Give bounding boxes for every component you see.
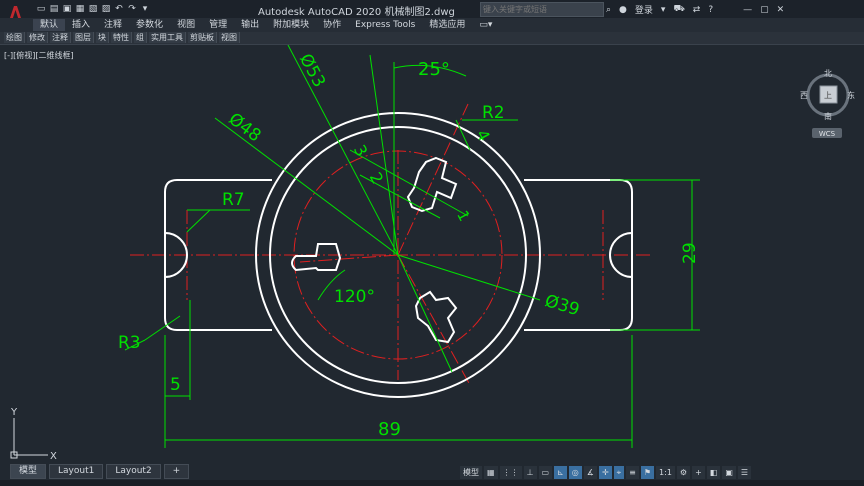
dim-angle-120: 120° xyxy=(334,287,375,307)
ucs-x-label: X xyxy=(50,451,57,462)
annotation-scale-label[interactable]: 1:1 xyxy=(656,465,675,479)
annotation-visibility-icon[interactable]: ⚑ xyxy=(640,465,655,479)
minimize-icon[interactable]: — xyxy=(743,5,752,15)
tab-collaborate[interactable]: 协作 xyxy=(316,19,348,31)
snap-icon[interactable]: ⋮⋮ xyxy=(499,465,522,479)
save-as-icon[interactable]: ▦ xyxy=(75,4,85,14)
centerlines xyxy=(130,103,650,386)
close-icon[interactable]: ✕ xyxy=(777,5,785,15)
dim-radius-7: R7 xyxy=(222,190,245,210)
panel-view[interactable]: 视图 xyxy=(219,32,240,43)
object-snap-tracking-icon[interactable]: ✛ xyxy=(598,465,612,479)
status-bar: 模型 ▦ ⋮⋮ ⊥ ▭ ⊾ ◎ ∡ ✛ ⌖ ≡ ⚑ 1:1 ⚙ + ◧ ▣ ☰ xyxy=(460,464,864,480)
ucs-icon xyxy=(10,418,48,459)
save-icon[interactable]: ▣ xyxy=(62,4,72,14)
panel-draw[interactable]: 绘图 xyxy=(4,32,25,43)
tab-model[interactable]: 模型 xyxy=(10,464,47,479)
dim-diameter-39: Ø39 xyxy=(542,291,581,320)
dynamic-input-icon[interactable]: ▭ xyxy=(538,465,553,479)
tab-express-tools[interactable]: Express Tools xyxy=(348,19,422,31)
customize-icon[interactable]: ☰ xyxy=(737,465,752,479)
tab-default[interactable]: 默认 xyxy=(33,19,66,31)
panel-modify[interactable]: 修改 xyxy=(27,32,48,43)
panel-clipboard[interactable]: 剪贴板 xyxy=(188,32,217,43)
new-file-icon[interactable]: ▭ xyxy=(36,4,46,14)
svg-text:WCS: WCS xyxy=(819,130,836,138)
tab-output[interactable]: 输出 xyxy=(234,19,266,31)
chevron-down-icon[interactable]: ▾ xyxy=(140,4,150,14)
dim-diameter-53: Ø53 xyxy=(295,51,329,91)
title-right-tools: ⌕ ● 登录 ▾ ⛟ ⇄ ? — ▢ ✕ xyxy=(606,3,784,16)
tab-addins[interactable]: 附加模块 xyxy=(266,19,316,31)
object-snap-icon[interactable]: ⌖ xyxy=(613,465,625,479)
dimension-lines xyxy=(124,45,700,448)
chevron-down-icon[interactable]: ▾ xyxy=(661,5,666,15)
svg-text:北[interactable]: 北 xyxy=(824,69,832,78)
gear-icon[interactable]: ⚙ xyxy=(676,465,691,479)
model-space-button[interactable]: 模型 xyxy=(460,465,482,479)
isolate-objects-icon[interactable]: ◧ xyxy=(706,465,721,479)
panel-properties[interactable]: 特性 xyxy=(111,32,132,43)
redo-icon[interactable]: ↷ xyxy=(127,4,137,14)
tab-insert[interactable]: 插入 xyxy=(65,19,97,31)
dim-radius-2: R2 xyxy=(482,103,505,123)
isodraft-icon[interactable]: ∡ xyxy=(583,465,597,479)
maximize-icon[interactable]: ▢ xyxy=(760,5,769,15)
layout-tabs: 模型 Layout1 Layout2 + xyxy=(0,464,470,479)
svg-text:上: 上 xyxy=(824,91,832,100)
dim-width-5: 5 xyxy=(170,375,181,395)
title-bar: ▭ ▤ ▣ ▦ ▧ ▨ ↶ ↷ ▾ Autodesk AutoCAD 2020 … xyxy=(0,0,864,18)
print-icon[interactable]: ▨ xyxy=(101,4,111,14)
svg-text:南[interactable]: 南 xyxy=(824,111,832,121)
plus-icon[interactable]: + xyxy=(692,465,705,479)
undo-icon[interactable]: ↶ xyxy=(114,4,124,14)
cart-icon[interactable]: ⛟ xyxy=(673,4,684,15)
open-file-icon[interactable]: ▤ xyxy=(49,4,59,14)
clean-screen-icon[interactable]: ▣ xyxy=(722,465,736,479)
tab-featured-apps[interactable]: 精选应用 xyxy=(422,19,472,31)
dim-radius-3: R3 xyxy=(118,333,141,353)
tab-parametric[interactable]: 参数化 xyxy=(129,19,170,31)
panel-utilities[interactable]: 实用工具 xyxy=(149,32,186,43)
help-icon[interactable]: ? xyxy=(708,5,713,15)
dim-width-89: 89 xyxy=(378,419,401,440)
panel-layers[interactable]: 图层 xyxy=(73,32,94,43)
svg-text:东[interactable]: 东 xyxy=(847,90,855,100)
tab-view[interactable]: 视图 xyxy=(170,19,202,31)
login-link[interactable]: 登录 xyxy=(635,3,653,16)
quick-access-toolbar: ▭ ▤ ▣ ▦ ▧ ▨ ↶ ↷ ▾ xyxy=(36,3,150,15)
infer-constraints-icon[interactable]: ⊥ xyxy=(523,465,537,479)
ribbon-tab-bar: 默认 插入 注释 参数化 视图 管理 输出 附加模块 协作 Express To… xyxy=(0,18,864,32)
plot-icon[interactable]: ▧ xyxy=(88,4,98,14)
drawing-canvas[interactable]: Ø53 Ø48 Ø39 25° R2 4 3 2 1 R7 R3 120° 29… xyxy=(0,45,864,463)
ucs-y-label: Y xyxy=(10,407,18,418)
tab-annotate[interactable]: 注释 xyxy=(97,19,129,31)
search-box[interactable] xyxy=(480,2,604,17)
search-icon[interactable]: ⌕ xyxy=(606,5,611,15)
ribbon-toggle-icon[interactable]: ▭▾ xyxy=(472,19,499,31)
panel-annotation[interactable]: 注释 xyxy=(50,32,71,43)
polar-tracking-icon[interactable]: ◎ xyxy=(568,465,582,479)
tab-manage[interactable]: 管理 xyxy=(202,19,234,31)
window-border xyxy=(0,480,864,486)
search-input[interactable] xyxy=(481,3,603,15)
exchange-icon[interactable]: ⇄ xyxy=(693,5,701,15)
panel-groups[interactable]: 组 xyxy=(134,32,147,43)
svg-text:西[interactable]: 西 xyxy=(800,91,808,100)
viewcube[interactable]: 上 北 南 西 东 WCS xyxy=(800,68,856,143)
window-title: Autodesk AutoCAD 2020 机械制图2.dwg xyxy=(258,7,455,18)
dim-angle-25: 25° xyxy=(418,59,450,80)
grid-icon[interactable]: ▦ xyxy=(484,465,498,479)
tab-layout1[interactable]: Layout1 xyxy=(49,464,104,479)
ortho-icon[interactable]: ⊾ xyxy=(554,465,567,479)
tab-layout2[interactable]: Layout2 xyxy=(106,464,161,479)
lineweight-icon[interactable]: ≡ xyxy=(626,465,639,479)
user-icon[interactable]: ● xyxy=(619,5,627,15)
dim-width-3: 3 xyxy=(350,142,372,160)
panel-block[interactable]: 块 xyxy=(96,32,109,43)
dim-height-29: 29 xyxy=(680,242,700,264)
add-layout-button[interactable]: + xyxy=(163,464,190,479)
ribbon-panel-bar: 绘图 修改 注释 图层 块 特性 组 实用工具 剪贴板 视图 xyxy=(0,32,864,45)
